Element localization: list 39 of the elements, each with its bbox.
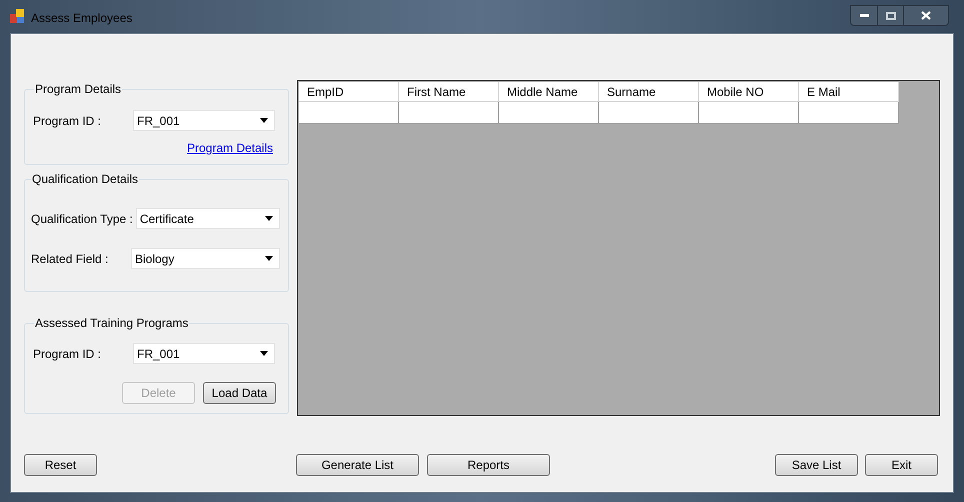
table-cell[interactable] [599, 102, 699, 124]
program-details-link[interactable]: Program Details [186, 139, 273, 157]
column-header[interactable]: First Name [399, 82, 499, 102]
dropdown-arrow-icon [260, 351, 268, 356]
dropdown-arrow-icon [265, 216, 273, 221]
button[interactable]: Save List [775, 454, 858, 476]
column-header[interactable]: EmpID [299, 82, 399, 102]
table-cell[interactable] [699, 102, 799, 124]
group-title: Assessed Training Programs [34, 315, 190, 332]
column-header[interactable]: Surname [599, 82, 699, 102]
app-icon [10, 9, 25, 24]
field-label: Program ID : [33, 112, 102, 130]
minimize-icon [860, 14, 868, 17]
button[interactable]: Exit [865, 454, 938, 476]
table-cell[interactable] [299, 102, 399, 124]
table-cell[interactable] [499, 102, 599, 124]
group-title: Program Details [34, 81, 122, 98]
dropdown[interactable]: FR_001 [133, 110, 275, 131]
column-header[interactable]: E Mail [799, 82, 899, 102]
table-cell[interactable] [799, 102, 899, 124]
dropdown[interactable]: Certificate [136, 208, 280, 229]
field-label: Qualification Type : [31, 210, 134, 228]
column-header[interactable]: Mobile NO [699, 82, 799, 102]
window-title: Assess Employees [31, 10, 132, 27]
button[interactable]: Reports [427, 454, 550, 476]
dropdown[interactable]: FR_001 [133, 343, 275, 364]
column-header[interactable]: Middle Name [499, 82, 599, 102]
button[interactable]: Reset [24, 454, 97, 476]
close-icon [921, 11, 931, 20]
dropdown-arrow-icon [260, 118, 268, 123]
field-label: Related Field : [31, 250, 110, 268]
button[interactable]: Load Data [203, 382, 276, 404]
table-cell[interactable] [399, 102, 499, 124]
button[interactable]: Generate List [296, 454, 419, 476]
field-label: Program ID : [33, 346, 102, 362]
group-title: Qualification Details [31, 171, 140, 188]
maximize-icon [886, 12, 896, 20]
dropdown[interactable]: Biology [131, 248, 280, 269]
dropdown-arrow-icon [265, 256, 273, 261]
